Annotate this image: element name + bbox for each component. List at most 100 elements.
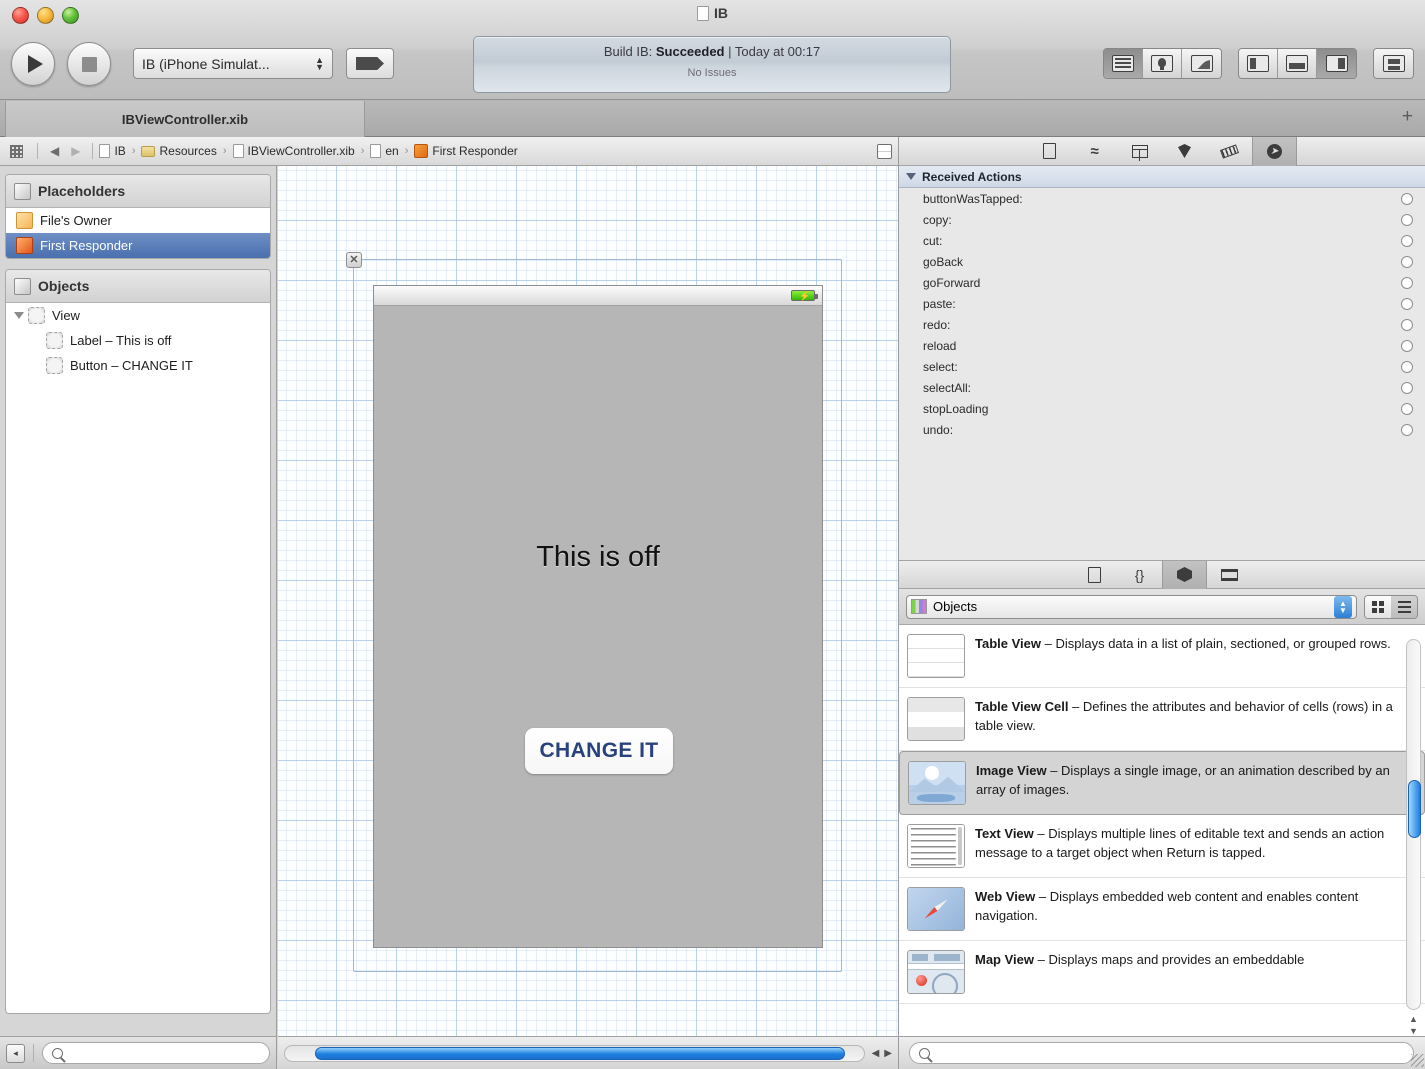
- scroll-thumb[interactable]: [315, 1046, 845, 1060]
- show-right-panel-button[interactable]: [1317, 49, 1356, 78]
- received-action-row[interactable]: reload: [899, 335, 1425, 356]
- received-action-row[interactable]: selectAll:: [899, 377, 1425, 398]
- toggle-assistant-button[interactable]: [1182, 49, 1221, 78]
- connection-well[interactable]: [1401, 192, 1413, 205]
- scheme-selector[interactable]: IB (iPhone Simulat... ▲ ▼: [133, 48, 333, 79]
- object-library-list[interactable]: Table View – Displays data in a list of …: [899, 625, 1425, 1036]
- identity-inspector-tab[interactable]: [1117, 137, 1162, 166]
- view-toggle-segments[interactable]: [1103, 48, 1222, 79]
- size-inspector-tab[interactable]: [1207, 137, 1252, 166]
- object-library-tab[interactable]: [1162, 560, 1207, 589]
- received-action-row[interactable]: buttonWasTapped:: [899, 188, 1425, 209]
- breadcrumb-item-ib[interactable]: IB ›: [99, 144, 141, 158]
- collapse-panel-button[interactable]: ◂: [6, 1043, 25, 1063]
- connection-well[interactable]: [1401, 339, 1413, 352]
- view-frame[interactable]: ✕ ⚡ This is off CHANGE IT: [346, 252, 842, 972]
- editor-layout-segments[interactable]: [1238, 48, 1357, 79]
- connection-well[interactable]: [1401, 297, 1413, 310]
- scroll-track[interactable]: [284, 1044, 865, 1062]
- add-tab-button[interactable]: +: [1402, 107, 1413, 126]
- scroll-up-arrow[interactable]: ▲: [1409, 1014, 1418, 1024]
- run-button[interactable]: [11, 42, 55, 86]
- file-template-library-tab[interactable]: [1072, 561, 1117, 589]
- tab-ibviewcontroller-xib[interactable]: IBViewController.xib: [5, 101, 365, 137]
- breadcrumb-item-en[interactable]: en ›: [370, 144, 414, 158]
- connection-well[interactable]: [1401, 276, 1413, 289]
- received-action-row[interactable]: undo:: [899, 419, 1425, 440]
- show-left-panel-button[interactable]: [1239, 49, 1278, 78]
- library-vertical-scrollbar[interactable]: ▲ ▼: [1406, 625, 1421, 1036]
- file-inspector-tab[interactable]: [1027, 137, 1072, 166]
- connection-well[interactable]: [1401, 318, 1413, 331]
- quick-help-tab[interactable]: ≈: [1072, 137, 1117, 166]
- list-item-files-owner[interactable]: File's Owner: [6, 208, 270, 233]
- toggle-debug-button[interactable]: [1143, 49, 1182, 78]
- scroll-left-arrow[interactable]: ◀: [872, 1048, 880, 1059]
- show-bottom-panel-button[interactable]: [1278, 49, 1317, 78]
- change-it-button[interactable]: CHANGE IT: [525, 728, 673, 774]
- icon-view-button[interactable]: [1365, 595, 1391, 618]
- received-action-row[interactable]: stopLoading: [899, 398, 1425, 419]
- list-item-table-view-cell[interactable]: Table View Cell – Defines the attributes…: [899, 688, 1425, 751]
- received-action-row[interactable]: copy:: [899, 209, 1425, 230]
- received-action-row[interactable]: cut:: [899, 230, 1425, 251]
- canvas-horizontal-scrollbar[interactable]: ◀ ▶: [278, 1036, 898, 1069]
- library-filter-field[interactable]: [909, 1042, 1414, 1064]
- breakpoints-button[interactable]: [346, 48, 394, 79]
- iphone-screen[interactable]: ⚡ This is off CHANGE IT: [373, 285, 823, 948]
- received-action-row[interactable]: goBack: [899, 251, 1425, 272]
- editor-mode-button[interactable]: [877, 143, 892, 159]
- scroll-track[interactable]: [1406, 639, 1421, 1010]
- list-item-text-view[interactable]: Text View – Displays multiple lines of e…: [899, 815, 1425, 878]
- received-action-row[interactable]: paste:: [899, 293, 1425, 314]
- breadcrumb-item-first-responder[interactable]: First Responder: [414, 144, 518, 158]
- forward-button[interactable]: ▶: [71, 144, 80, 158]
- scroll-right-arrow[interactable]: ▶: [884, 1048, 892, 1059]
- scroll-thumb[interactable]: [1408, 780, 1421, 838]
- toggle-utilities-button[interactable]: [1373, 48, 1414, 79]
- breadcrumb-item-xib[interactable]: IBViewController.xib ›: [232, 144, 371, 158]
- received-action-row[interactable]: goForward: [899, 272, 1425, 293]
- label-this-is-off[interactable]: This is off: [374, 541, 822, 574]
- connection-well[interactable]: [1401, 234, 1413, 247]
- list-item-first-responder[interactable]: First Responder: [6, 233, 270, 258]
- list-item-table-view[interactable]: Table View – Displays data in a list of …: [899, 625, 1425, 688]
- interface-builder-canvas[interactable]: ✕ ⚡ This is off CHANGE IT: [278, 166, 898, 1036]
- connections-inspector-tab[interactable]: ➤: [1252, 136, 1297, 166]
- list-item-label-object[interactable]: Label – This is off: [6, 328, 270, 353]
- related-items-icon[interactable]: [10, 144, 23, 158]
- breadcrumb-item-resources[interactable]: Resources ›: [141, 144, 232, 158]
- code-snippet-library-tab[interactable]: {}: [1117, 561, 1162, 589]
- resize-grip-icon[interactable]: [1411, 1054, 1424, 1067]
- back-button[interactable]: ◀: [50, 144, 59, 158]
- received-actions-header[interactable]: Received Actions: [899, 166, 1425, 188]
- scroll-arrows[interactable]: ◀ ▶: [872, 1048, 892, 1059]
- library-category-popup[interactable]: Objects ▲ ▼: [906, 594, 1357, 619]
- navigator-filter-field[interactable]: [42, 1042, 270, 1064]
- attributes-inspector-tab[interactable]: [1162, 137, 1207, 166]
- scroll-down-arrow[interactable]: ▼: [1409, 1026, 1418, 1036]
- connection-well[interactable]: [1401, 213, 1413, 226]
- disclosure-triangle-icon[interactable]: [906, 173, 916, 180]
- list-item-view[interactable]: View: [6, 303, 270, 328]
- toggle-navigator-button[interactable]: [1104, 49, 1143, 78]
- disclosure-triangle-icon[interactable]: [14, 312, 24, 319]
- media-library-tab[interactable]: [1207, 561, 1252, 589]
- list-item-map-view[interactable]: Map View – Displays maps and provides an…: [899, 941, 1425, 1004]
- connection-well[interactable]: [1401, 423, 1413, 436]
- list-item-web-view[interactable]: Web View – Displays embedded web content…: [899, 878, 1425, 941]
- library-view-mode-segments[interactable]: [1364, 594, 1418, 619]
- stop-button[interactable]: [67, 42, 111, 86]
- list-item-button-object[interactable]: Button – CHANGE IT: [6, 353, 270, 378]
- received-action-row[interactable]: redo:: [899, 314, 1425, 335]
- connection-well[interactable]: [1401, 402, 1413, 415]
- objects-library-icon: [911, 599, 927, 614]
- connection-well[interactable]: [1401, 381, 1413, 394]
- connection-well[interactable]: [1401, 255, 1413, 268]
- connection-well[interactable]: [1401, 360, 1413, 373]
- list-view-button[interactable]: [1391, 595, 1417, 618]
- received-action-row[interactable]: select:: [899, 356, 1425, 377]
- utilities-panel-toggle[interactable]: [1374, 49, 1413, 78]
- close-icon[interactable]: ✕: [346, 252, 362, 268]
- list-item-image-view[interactable]: Image View – Displays a single image, or…: [899, 751, 1425, 815]
